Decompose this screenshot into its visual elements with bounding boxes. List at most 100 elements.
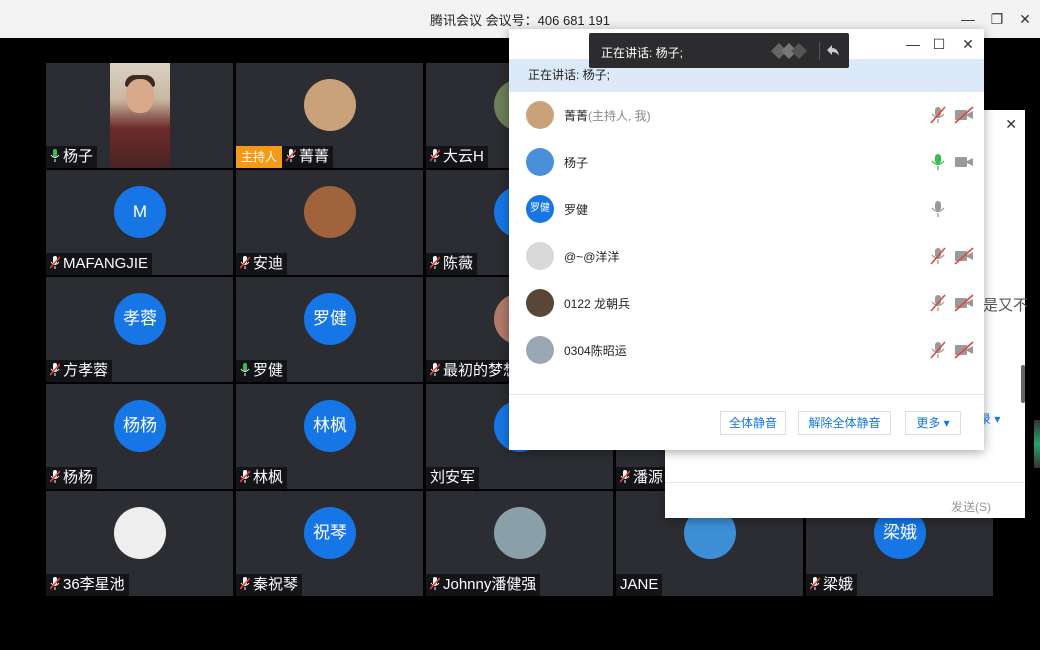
participant-name-bar: 主持人 菁菁 bbox=[236, 146, 334, 168]
participant-row[interactable]: @~@洋洋 bbox=[509, 233, 984, 280]
panel-minimize-icon[interactable]: — bbox=[903, 34, 923, 54]
video-tile[interactable]: M MAFANGJIE bbox=[46, 170, 233, 275]
video-tile[interactable]: 主持人 菁菁 bbox=[236, 63, 423, 168]
participant-row[interactable]: 罗健 罗健 bbox=[509, 186, 984, 233]
participant-list-name: 罗健 bbox=[564, 203, 589, 217]
participant-list-name: @~@洋洋 bbox=[564, 250, 620, 264]
panel-close-icon[interactable]: ✕ bbox=[958, 34, 978, 54]
video-tile[interactable]: 罗健 罗健 bbox=[236, 277, 423, 382]
participant-row[interactable]: 菁菁(主持人, 我) bbox=[509, 92, 984, 139]
participant-name: 方孝蓉 bbox=[63, 362, 109, 379]
participant-row[interactable]: 0122 龙朝兵 bbox=[509, 280, 984, 327]
video-tile[interactable]: 安迪 bbox=[236, 170, 423, 275]
participant-name-bar: 杨杨 bbox=[46, 467, 98, 489]
mic-icon[interactable] bbox=[929, 294, 947, 312]
minimize-icon[interactable]: — bbox=[958, 9, 978, 29]
mic-icon bbox=[240, 362, 253, 379]
participant-name: 刘安军 bbox=[430, 469, 476, 486]
chat-message-fragment: 是又不 bbox=[983, 297, 1029, 314]
chat-scrollbar[interactable] bbox=[1021, 365, 1025, 403]
participant-list-name: 菁菁(主持人, 我) bbox=[564, 109, 651, 123]
audio-level-indicator bbox=[1034, 420, 1040, 468]
participant-avatar: 罗健 bbox=[526, 195, 554, 223]
mic-icon bbox=[430, 148, 443, 165]
participant-name: 潘源 bbox=[633, 469, 664, 486]
participant-name-bar: 潘源 bbox=[616, 467, 668, 489]
mic-icon bbox=[240, 469, 253, 486]
camera-icon[interactable] bbox=[954, 341, 974, 359]
avatar: M bbox=[114, 186, 166, 238]
video-tile[interactable]: 杨杨 杨杨 bbox=[46, 384, 233, 489]
mic-icon bbox=[430, 362, 443, 379]
mic-icon[interactable] bbox=[929, 200, 947, 218]
participant-avatar bbox=[526, 242, 554, 270]
participant-name-bar: MAFANGJIE bbox=[46, 253, 153, 275]
participant-name: 杨子 bbox=[63, 148, 94, 165]
participant-name: MAFANGJIE bbox=[63, 255, 149, 272]
avatar: 孝蓉 bbox=[114, 293, 166, 345]
avatar: 罗健 bbox=[304, 293, 356, 345]
restore-icon[interactable]: ❐ bbox=[987, 9, 1007, 29]
participant-name: 陈薇 bbox=[443, 255, 474, 272]
participant-name-bar: 刘安军 bbox=[426, 467, 480, 489]
participant-video bbox=[110, 63, 170, 168]
camera-icon[interactable] bbox=[954, 106, 974, 124]
chat-close-icon[interactable]: ✕ bbox=[1005, 116, 1017, 133]
audio-wave-icon bbox=[771, 43, 807, 59]
mic-icon bbox=[620, 469, 633, 486]
meeting-window: 腾讯会议 会议号：406 681 191 — ❐ ✕ 杨子 主持人 菁菁 大云H M MA… bbox=[0, 0, 1040, 650]
video-tile[interactable]: 林枫 林枫 bbox=[236, 384, 423, 489]
participant-name: 36李星池 bbox=[63, 576, 125, 593]
camera-icon[interactable] bbox=[954, 153, 974, 171]
speaking-tooltip-text: 正在讲话: 杨子; bbox=[601, 46, 684, 60]
participant-row[interactable]: 杨子 bbox=[509, 139, 984, 186]
mic-icon bbox=[240, 576, 253, 593]
avatar: 林枫 bbox=[304, 400, 356, 452]
video-tile[interactable]: 祝琴 秦祝琴 bbox=[236, 491, 423, 596]
participant-name: 大云H bbox=[443, 148, 484, 165]
camera-icon[interactable] bbox=[954, 247, 974, 265]
participant-name: 菁菁 bbox=[299, 148, 330, 165]
participant-name-bar: 杨子 bbox=[46, 146, 98, 168]
participant-name: 安迪 bbox=[253, 255, 284, 272]
panel-maximize-icon[interactable]: ☐ bbox=[929, 34, 949, 54]
participant-name: 林枫 bbox=[253, 469, 284, 486]
mute-all-button[interactable]: 全体静音 bbox=[720, 411, 786, 435]
window-title: 腾讯会议 会议号：406 681 191 bbox=[430, 13, 610, 28]
mic-icon bbox=[50, 148, 63, 165]
participant-name: Johnny潘健强 bbox=[443, 576, 537, 593]
participant-name: 秦祝琴 bbox=[253, 576, 299, 593]
participant-name-bar: 林枫 bbox=[236, 467, 288, 489]
mic-icon bbox=[430, 255, 443, 272]
unmute-all-button[interactable]: 解除全体静音 bbox=[798, 411, 891, 435]
participant-avatar bbox=[526, 101, 554, 129]
chat-send-button[interactable]: 发送(S) bbox=[951, 498, 991, 515]
host-badge: 主持人 bbox=[236, 146, 283, 168]
avatar: 杨杨 bbox=[114, 400, 166, 452]
video-tile[interactable]: 孝蓉 方孝蓉 bbox=[46, 277, 233, 382]
close-icon[interactable]: ✕ bbox=[1015, 9, 1035, 29]
more-button[interactable]: 更多 ▾ bbox=[905, 411, 961, 435]
video-tile[interactable]: Johnny潘健强 bbox=[426, 491, 613, 596]
participant-name-bar: 梁娥 bbox=[806, 574, 858, 596]
participant-list-name: 0304陈昭运 bbox=[564, 344, 627, 358]
video-tile[interactable]: 杨子 bbox=[46, 63, 233, 168]
camera-icon[interactable] bbox=[954, 294, 974, 312]
mic-icon[interactable] bbox=[929, 153, 947, 171]
participant-name: 最初的梦想 bbox=[443, 362, 519, 379]
mic-icon[interactable] bbox=[929, 247, 947, 265]
mic-icon bbox=[50, 362, 63, 379]
participant-name-bar: 陈薇 bbox=[426, 253, 478, 275]
participant-list: 菁菁(主持人, 我) 杨子 罗健 罗健 @~@洋洋 0122 龙朝兵 0304陈昭运 bbox=[509, 92, 984, 394]
participant-name-bar: 秦祝琴 bbox=[236, 574, 303, 596]
participant-name: 梁娥 bbox=[823, 576, 854, 593]
mic-icon bbox=[810, 576, 823, 593]
reply-icon[interactable] bbox=[825, 42, 841, 58]
video-tile[interactable]: 36李星池 bbox=[46, 491, 233, 596]
participant-row[interactable]: 0304陈昭运 bbox=[509, 327, 984, 374]
mic-icon[interactable] bbox=[929, 341, 947, 359]
tooltip-divider bbox=[819, 42, 820, 60]
mic-icon bbox=[50, 576, 63, 593]
mic-icon[interactable] bbox=[929, 106, 947, 124]
avatar bbox=[304, 79, 356, 131]
